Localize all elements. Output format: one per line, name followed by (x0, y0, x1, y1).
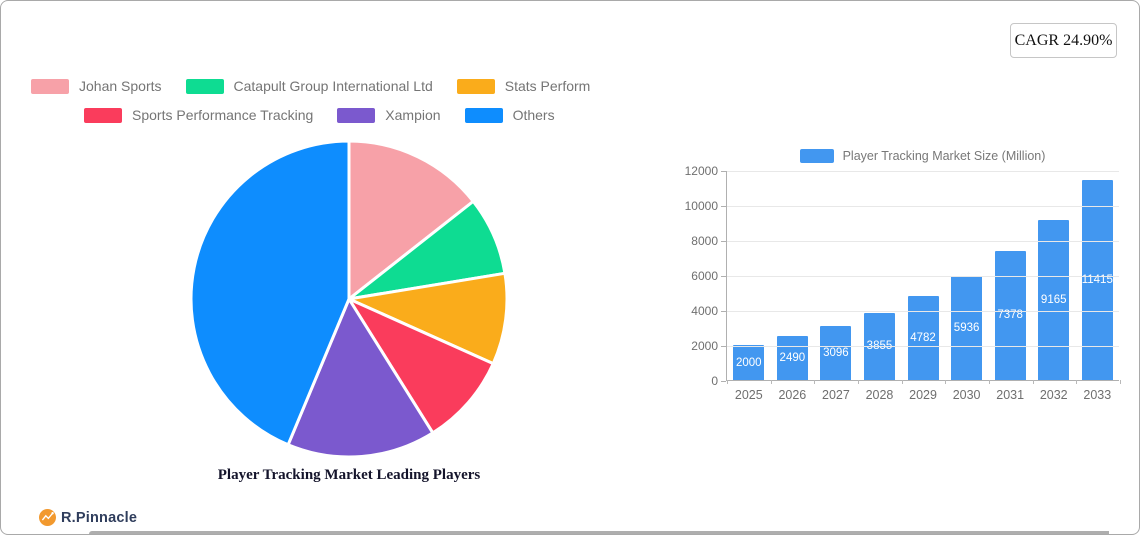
gridline (727, 241, 1119, 242)
pie-legend-item[interactable]: Others (464, 107, 555, 123)
x-axis-label: 2026 (778, 388, 807, 402)
pie-legend-swatch[interactable] (84, 107, 122, 123)
x-axis-label: 2033 (1083, 388, 1112, 402)
gridline (727, 206, 1119, 207)
pie-legend-label: Xampion (385, 107, 441, 123)
pie-legend-row-1: Johan Sports Catapult Group International… (31, 78, 614, 94)
x-axis-labels: 2025 2026 2027 2028 2029 2030 2031 2032 2033 (727, 388, 1119, 402)
cagr-label: CAGR 24.90% (1014, 31, 1113, 49)
y-axis-label: 10000 (684, 199, 718, 213)
y-axis-label: 2000 (691, 339, 718, 353)
x-axis-label: 2028 (865, 388, 894, 402)
chart-card: CAGR 24.90% Johan Sports Catapult Group I… (0, 0, 1140, 535)
x-axis-tick (989, 380, 990, 384)
pie-legend-swatch[interactable] (31, 78, 69, 94)
y-axis-label: 0 (711, 374, 718, 388)
gridline (727, 276, 1119, 277)
gridline (727, 346, 1119, 347)
y-axis-label: 6000 (691, 269, 718, 283)
pie-legend-row-2: Sports Performance Tracking Xampion Others (84, 107, 579, 123)
bar-value-label: 9165 (1040, 293, 1067, 306)
y-axis-tick (721, 171, 726, 172)
y-axis-tick (721, 346, 726, 347)
pie-legend-swatch[interactable] (337, 107, 376, 123)
pie-legend-item[interactable]: Xampion (337, 107, 441, 123)
x-axis-tick (770, 380, 772, 384)
pie-legend-label: Catapult Group International Ltd (233, 78, 433, 94)
y-axis-tick (721, 381, 726, 382)
y-axis-tick (721, 311, 726, 312)
brand-logo-icon (39, 509, 56, 526)
gridline (727, 311, 1119, 312)
pie-title: Player Tracking Market Leading Players (217, 467, 481, 483)
bar-2031[interactable]: 7378 (994, 250, 1026, 380)
cagr-badge: CAGR 24.90% (1010, 23, 1117, 58)
bar-2027[interactable]: 3096 (820, 325, 852, 380)
bar-value-label: 2490 (779, 352, 806, 365)
bar-2030[interactable]: 5936 (951, 276, 983, 380)
pie-legend-label: Others (512, 107, 555, 123)
y-axis-tick (721, 276, 726, 277)
y-axis-label: 4000 (691, 304, 718, 318)
pie-legend-item[interactable]: Stats Perform (456, 78, 591, 94)
x-axis-label: 2029 (909, 388, 937, 402)
x-axis-label: 2031 (996, 388, 1025, 402)
x-axis-label: 2027 (822, 388, 850, 402)
pie-legend-label: Stats Perform (504, 78, 591, 94)
gridline (727, 171, 1119, 172)
x-axis-tick (1076, 380, 1078, 384)
x-axis-tick (1120, 380, 1121, 384)
bar-value-label: 3096 (823, 346, 849, 359)
pie-legend-swatch[interactable] (464, 107, 503, 123)
x-axis-tick (727, 380, 728, 384)
y-axis-tick (721, 241, 726, 242)
bar-legend-label: Player Tracking Market Size (Million) (842, 149, 1046, 163)
pie-legend-label: Sports Performance Tracking (132, 107, 314, 123)
y-axis-label: 12000 (684, 164, 718, 178)
pie-legend-swatch[interactable] (185, 78, 224, 94)
bar-2032[interactable]: 9165 (1038, 219, 1070, 380)
bar-plot: 2000 2490 3096 3855 4782 5936 7378 9165 11415 20… (685, 164, 1121, 402)
x-axis-label: 2030 (952, 388, 981, 402)
pie-legend-item[interactable]: Johan Sports (31, 78, 162, 94)
pie-svg (189, 139, 509, 459)
bar-value-label: 4782 (910, 332, 936, 345)
brand-logo-text: R.Pinnacle (61, 509, 138, 526)
pie-chart (189, 139, 509, 459)
bar-2029[interactable]: 4782 (907, 296, 939, 380)
y-axis-tick (721, 206, 726, 207)
pie-legend-swatch[interactable] (456, 78, 495, 94)
bar-legend[interactable]: Player Tracking Market Size (Million) (726, 148, 1119, 164)
bar-legend-swatch[interactable] (799, 149, 834, 163)
pie-legend-item[interactable]: Sports Performance Tracking (84, 107, 313, 123)
bar-2025[interactable]: 2000 (733, 345, 765, 380)
x-axis-label: 2032 (1039, 388, 1068, 402)
x-axis-tick (1032, 380, 1034, 384)
bottom-strip (89, 531, 1109, 534)
bar-value-label: 2000 (735, 356, 762, 369)
x-axis-tick (945, 380, 947, 384)
x-axis-tick (814, 380, 816, 384)
bar-2033[interactable]: 11415 (1082, 180, 1113, 380)
pie-legend-label: Johan Sports (79, 78, 162, 94)
brand-logo: R.Pinnacle (39, 509, 137, 526)
pie-legend-item[interactable]: Catapult Group International Ltd (185, 78, 433, 94)
x-axis-tick (901, 380, 903, 384)
bar-value-label: 5936 (953, 322, 980, 335)
y-axis-label: 8000 (691, 234, 718, 248)
x-axis-tick (858, 380, 859, 384)
x-axis-label: 2025 (734, 388, 763, 402)
bar-2026[interactable]: 2490 (776, 336, 808, 380)
